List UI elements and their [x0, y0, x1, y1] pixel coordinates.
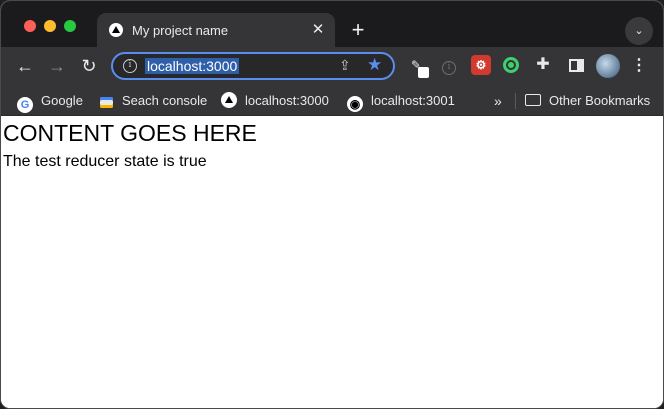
toolbar: ← → ↻ i localhost:3000 ⇪ ★ ✎ i ⚙ ✚ ⋮ [1, 47, 663, 85]
site-info-icon[interactable]: i [123, 59, 137, 73]
tab-search-button[interactable]: ⌄ [625, 17, 653, 45]
bookmark-star-icon[interactable]: ★ [367, 55, 382, 75]
share-icon[interactable]: ⇪ [339, 57, 351, 74]
browser-menu-icon[interactable]: ⋮ [631, 54, 647, 78]
pen-extension-icon[interactable]: ✎ [406, 55, 429, 78]
nextjs-icon [221, 92, 237, 108]
tab-title: My project name [132, 23, 229, 38]
bookmarks-divider [515, 93, 516, 109]
globe-icon: ◉ [347, 96, 363, 112]
minimize-window-button[interactable] [44, 20, 56, 32]
bookmark-localhost-3001[interactable]: ◉ localhost:3001 [347, 91, 455, 112]
nextjs-favicon-icon [109, 23, 123, 37]
bookmark-label: localhost:3001 [371, 93, 455, 108]
reload-button[interactable]: ↻ [78, 54, 100, 78]
bookmark-label: Other Bookmarks [549, 93, 651, 108]
extensions-puzzle-icon[interactable]: ✚ [533, 55, 553, 75]
browser-window: My project name ✕ + ⌄ ← → ↻ i localhost:… [0, 0, 664, 409]
info-extension-icon[interactable]: i [439, 55, 459, 75]
bookmark-localhost-3000[interactable]: localhost:3000 [221, 91, 329, 111]
search-console-icon [98, 94, 114, 110]
close-window-button[interactable] [24, 20, 36, 32]
red-extension-icon[interactable]: ⚙ [471, 55, 491, 75]
profile-avatar[interactable] [596, 54, 620, 78]
folder-icon [525, 94, 541, 106]
more-bookmarks-chevron-icon[interactable]: » [494, 91, 502, 111]
close-tab-icon[interactable]: ✕ [309, 21, 327, 39]
bookmark-label: Seach console [122, 93, 208, 108]
tab-strip: My project name ✕ + ⌄ [1, 1, 663, 47]
reducer-state-text: The test reducer state is true [3, 153, 207, 170]
side-panel-icon[interactable] [566, 55, 586, 75]
url-text[interactable]: localhost:3000 [145, 58, 240, 74]
new-tab-button[interactable]: + [345, 18, 371, 44]
page-heading: CONTENT GOES HERE [3, 120, 257, 146]
bookmark-label: localhost:3000 [245, 93, 329, 108]
back-button[interactable]: ← [14, 54, 36, 78]
bookmark-search-console[interactable]: Seach console [98, 91, 207, 111]
bookmarks-bar: G Google Seach console localhost:3000 ◉ lo… [1, 85, 663, 116]
forward-button[interactable]: → [46, 54, 68, 78]
tab-active[interactable]: My project name ✕ [97, 13, 335, 47]
google-icon: G [17, 97, 33, 113]
page-content: CONTENT GOES HERE The test reducer state… [1, 117, 663, 408]
zoom-window-button[interactable] [64, 20, 76, 32]
bookmark-label: Google [41, 93, 83, 108]
ring-extension-icon[interactable] [501, 55, 521, 75]
address-bar[interactable]: i localhost:3000 ⇪ ★ [111, 52, 395, 80]
other-bookmarks-folder[interactable]: Other Bookmarks [525, 91, 650, 111]
bookmark-google[interactable]: G Google [17, 91, 83, 113]
